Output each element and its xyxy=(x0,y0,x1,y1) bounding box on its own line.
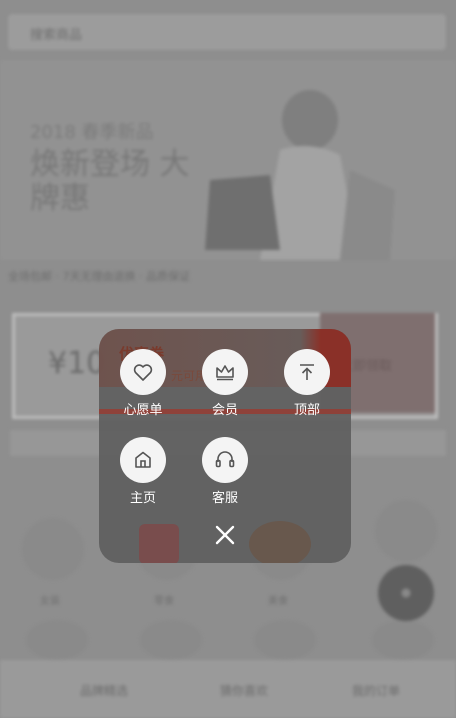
category-item xyxy=(375,500,437,562)
product-thumb xyxy=(254,620,316,660)
menu-item-label: 会员 xyxy=(211,403,238,418)
menu-item-home[interactable]: 主页 xyxy=(112,437,174,506)
coupon-value: ¥10 xyxy=(48,346,106,381)
bottom-bar: 品牌精选 猜你喜欢 我的订单 xyxy=(0,660,456,718)
back-to-top-button[interactable] xyxy=(284,349,330,395)
product-thumb xyxy=(372,620,434,660)
home-button[interactable] xyxy=(120,437,166,483)
product-thumb xyxy=(140,620,202,660)
bottom-tab: 品牌精选 xyxy=(80,684,129,698)
menu-item-top[interactable]: 顶部 xyxy=(276,349,338,418)
bottom-tab: 猜你喜欢 xyxy=(220,684,269,698)
menu-item-wishlist[interactable]: 心愿单 xyxy=(112,349,174,418)
category-label: 女装 xyxy=(40,596,60,607)
quick-menu-popup: 优惠券 元可用 心愿单 会员 顶部 xyxy=(99,329,351,563)
backdrop-thumb xyxy=(139,524,179,563)
menu-item-label: 主页 xyxy=(129,491,156,506)
close-icon xyxy=(215,525,235,545)
home-icon xyxy=(135,451,151,468)
category-label: 零食 xyxy=(154,596,174,607)
product-thumb xyxy=(26,620,88,660)
headset-icon xyxy=(215,451,235,468)
bottom-tab: 我的订单 xyxy=(352,684,401,698)
wishlist-button[interactable] xyxy=(120,349,166,395)
category-item xyxy=(22,518,84,580)
crown-icon xyxy=(216,365,234,381)
floating-menu-button xyxy=(378,565,434,621)
banner-model-image xyxy=(205,90,395,260)
search-placeholder: 搜索商品 xyxy=(30,28,83,43)
banner-title: 焕新登场 大牌惠 xyxy=(30,147,190,216)
menu-item-customer-service[interactable]: 客服 xyxy=(194,437,256,506)
backdrop-thumb xyxy=(249,521,311,563)
menu-item-label: 客服 xyxy=(211,491,238,506)
category-label: 美食 xyxy=(268,596,288,607)
heart-icon xyxy=(133,364,153,381)
menu-item-label: 顶部 xyxy=(293,403,320,418)
menu-item-member[interactable]: 会员 xyxy=(194,349,256,418)
to-top-icon xyxy=(300,364,314,380)
promo-strip: 全场包邮 · 7天无理由退换 · 品质保证 xyxy=(8,270,190,283)
member-button[interactable] xyxy=(202,349,248,395)
banner-subtitle: 2018 春季新品 xyxy=(30,122,154,143)
close-button[interactable] xyxy=(211,521,239,549)
menu-item-label: 心愿单 xyxy=(123,403,163,418)
customer-service-button[interactable] xyxy=(202,437,248,483)
